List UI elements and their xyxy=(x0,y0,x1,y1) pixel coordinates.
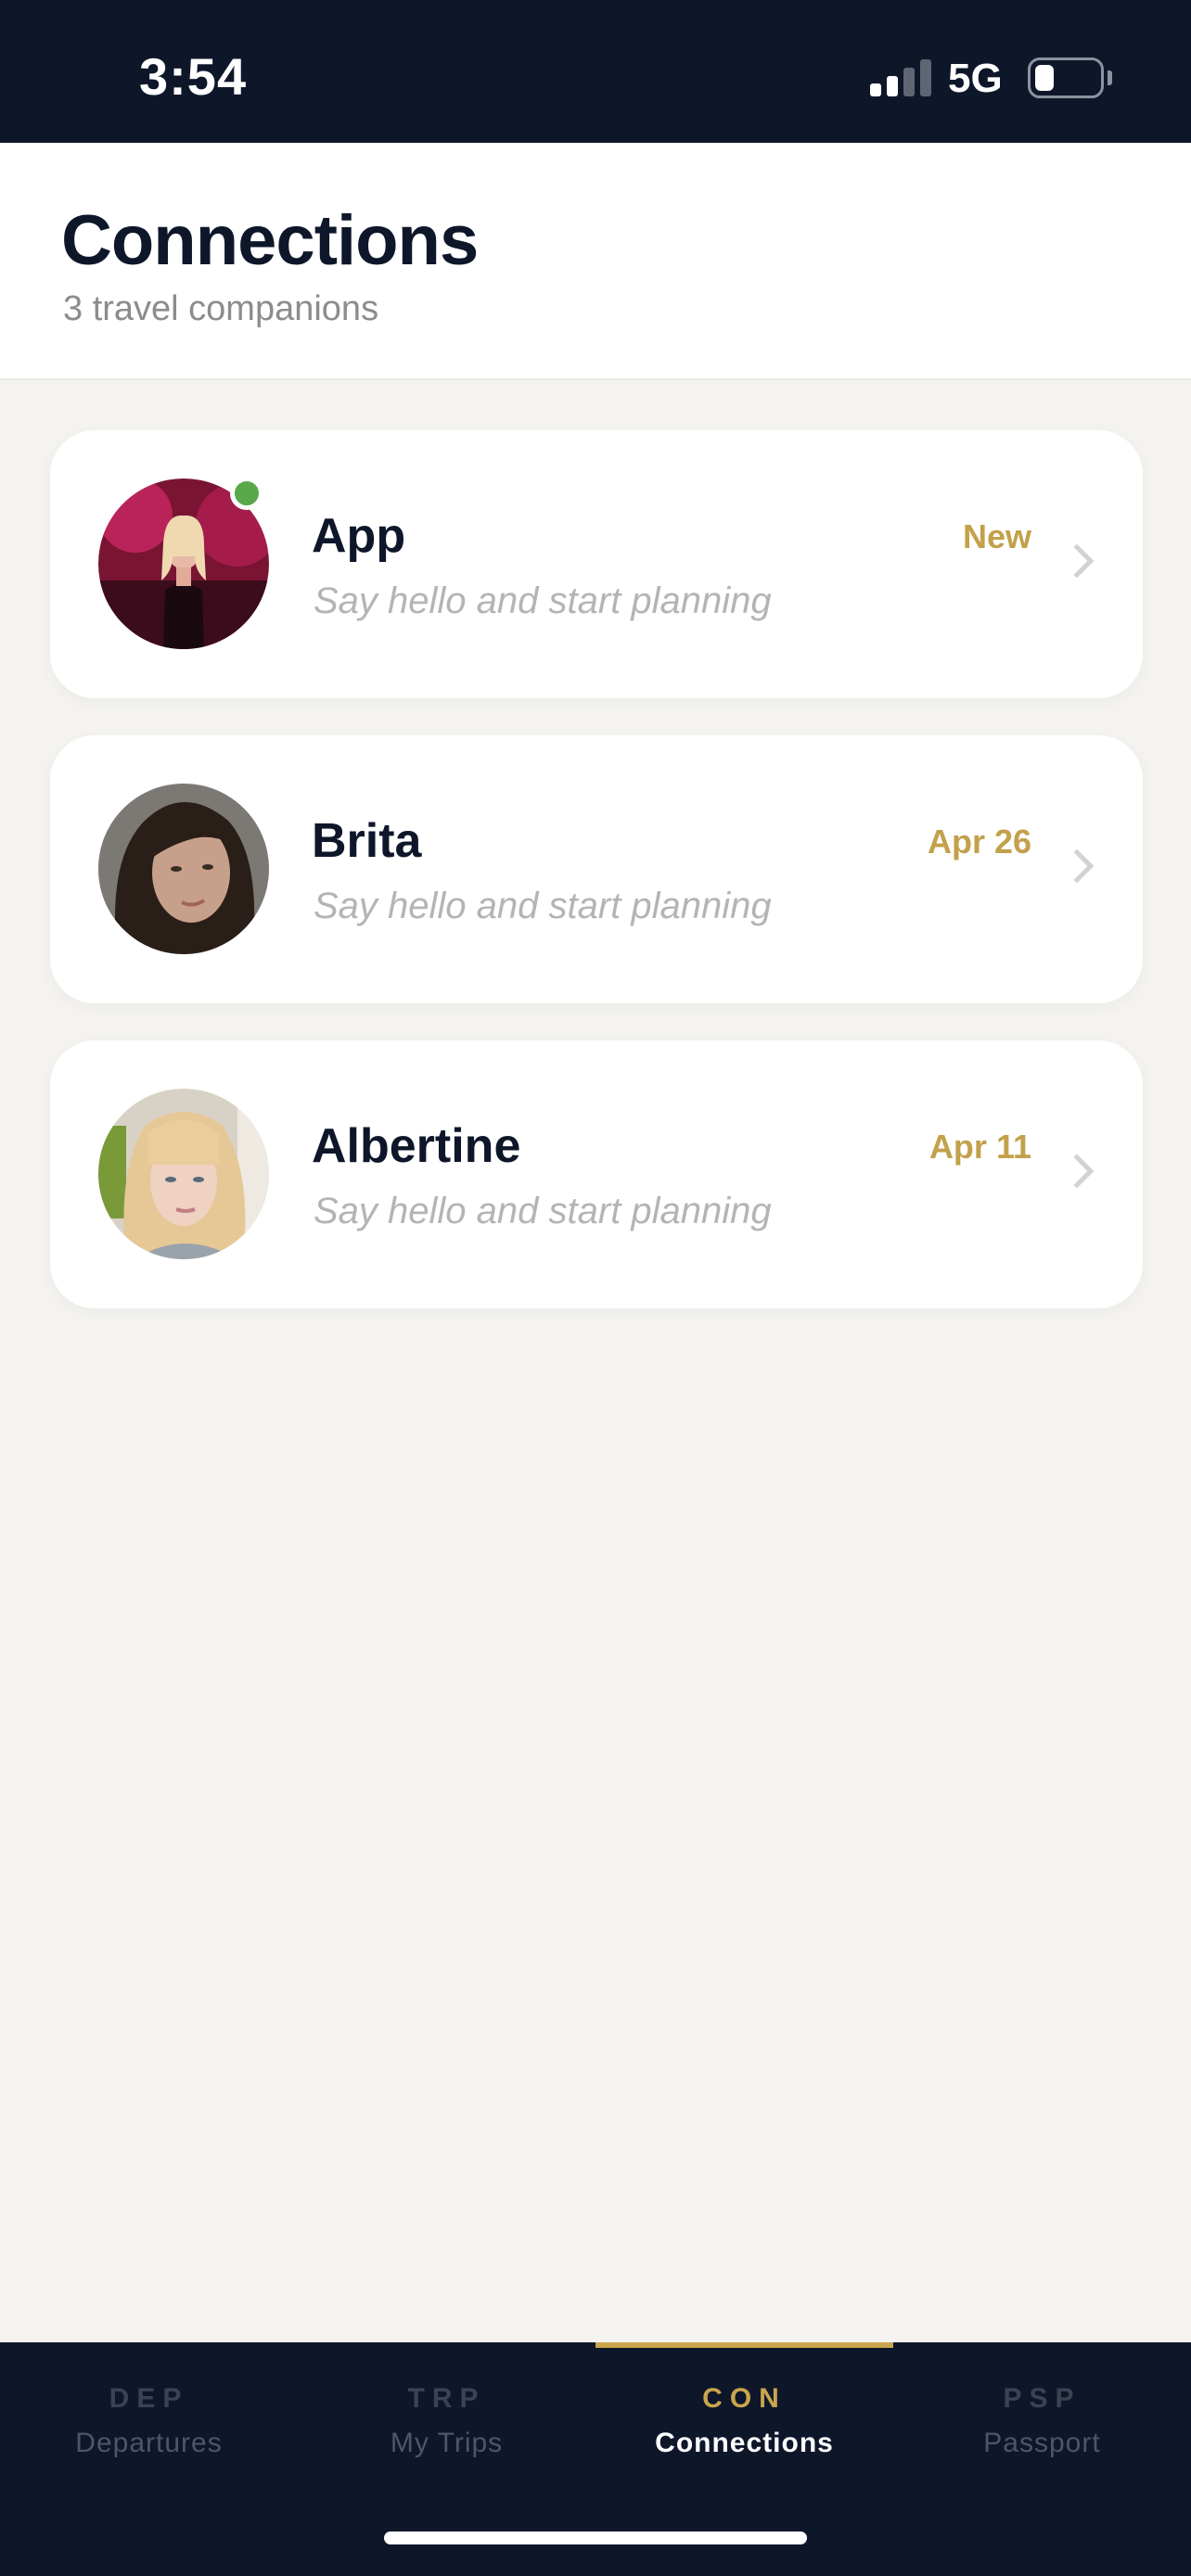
connection-message-preview: Say hello and start planning xyxy=(314,580,772,621)
page-subtitle: 3 travel companions xyxy=(63,289,379,328)
page-header: Connections 3 travel companions xyxy=(0,143,1191,380)
battery-icon xyxy=(1028,57,1104,98)
chevron-right-icon xyxy=(1059,543,1095,579)
status-time: 3:54 xyxy=(139,47,248,106)
connection-name: Brita xyxy=(312,814,422,868)
chevron-right-icon xyxy=(1059,1154,1095,1189)
tab-label: My Trips xyxy=(390,2428,504,2458)
avatar[interactable] xyxy=(98,784,269,954)
tab-code: PSP xyxy=(1003,2383,1082,2414)
battery-cap xyxy=(1108,70,1112,85)
connections-list: App Say hello and start planning New Bri… xyxy=(50,430,1143,1345)
connection-message-preview: Say hello and start planning xyxy=(314,1191,772,1231)
connection-date: Apr 11 xyxy=(928,1128,1031,1166)
connection-card[interactable]: Brita Say hello and start planning Apr 2… xyxy=(50,735,1143,1003)
tab-code: TRP xyxy=(407,2383,486,2414)
online-status-dot xyxy=(230,477,263,510)
status-bar: 3:54 5G xyxy=(0,0,1191,143)
connection-name: App xyxy=(312,509,406,563)
tab-code: CON xyxy=(702,2383,787,2414)
connection-message-preview: Say hello and start planning xyxy=(314,886,772,926)
home-indicator[interactable] xyxy=(384,2531,807,2544)
tab-label: Passport xyxy=(983,2428,1101,2458)
tab-connections[interactable]: CON Connections xyxy=(596,2342,893,2491)
avatar-image xyxy=(98,784,269,954)
page-title: Connections xyxy=(61,201,479,280)
tab-label: Departures xyxy=(75,2428,223,2458)
tab-label: Connections xyxy=(655,2428,834,2458)
tab-code: DEP xyxy=(109,2383,189,2414)
chevron-right-icon xyxy=(1059,848,1095,884)
tab-passport[interactable]: PSP Passport xyxy=(893,2342,1191,2491)
tab-my-trips[interactable]: TRP My Trips xyxy=(298,2342,596,2491)
avatar[interactable] xyxy=(98,1089,269,1259)
connection-card[interactable]: Albertine Say hello and start planning A… xyxy=(50,1040,1143,1308)
avatar-image xyxy=(98,1089,269,1259)
connection-card[interactable]: App Say hello and start planning New xyxy=(50,430,1143,698)
connection-date: Apr 26 xyxy=(927,823,1031,861)
battery-level xyxy=(1035,65,1054,91)
connection-date: New xyxy=(962,517,1031,555)
tab-departures[interactable]: DEP Departures xyxy=(0,2342,298,2491)
cellular-signal-icon xyxy=(870,59,931,96)
network-type: 5G xyxy=(948,56,1003,101)
connection-name: Albertine xyxy=(312,1119,521,1173)
